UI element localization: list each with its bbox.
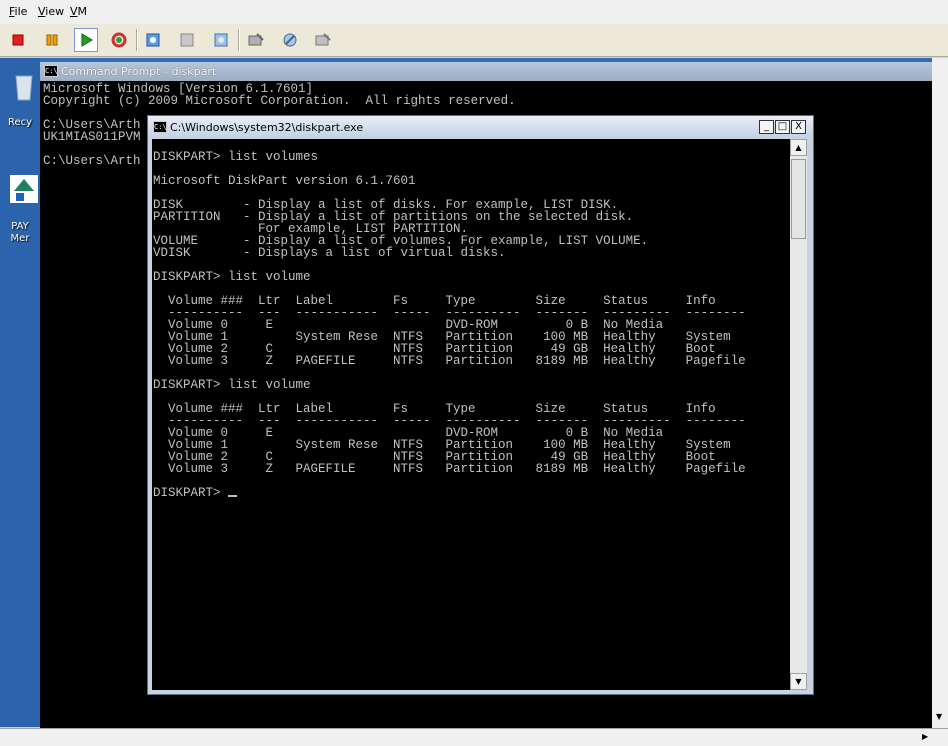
stop-icon [12, 34, 24, 46]
maximize-button[interactable]: □ [775, 120, 790, 134]
close-button[interactable]: X [791, 120, 806, 134]
pay-app-label-2: Mer [10, 233, 30, 244]
output-line: DISKPART> list volumes [153, 150, 319, 164]
output-line: VDISK - Displays a list of virtual disks… [153, 246, 506, 260]
toolbar-separator [238, 29, 240, 51]
text-cursor [228, 495, 238, 497]
recycle-bin-icon[interactable] [6, 68, 42, 104]
insert-disk-button[interactable] [311, 28, 335, 52]
reset-button[interactable] [107, 28, 131, 52]
diskpart-output: DISKPART> list volumes Microsoft DiskPar… [153, 150, 746, 500]
output-line: Volume 3 Z PAGEFILE NTFS Partition 8189 … [153, 354, 746, 368]
menu-vm[interactable]: VM [70, 5, 87, 18]
revert-icon [180, 33, 194, 47]
diskpart-title: C:\Windows\system32\diskpart.exe [170, 121, 364, 134]
diskpart-window[interactable]: C:\ C:\Windows\system32\diskpart.exe _ □… [147, 115, 814, 695]
save-state-button[interactable] [209, 28, 233, 52]
diskpart-titlebar[interactable]: C:\ C:\Windows\system32\diskpart.exe _ □… [148, 116, 813, 138]
cmd-icon: C:\ [44, 65, 58, 77]
cmd-icon: C:\ [153, 121, 167, 133]
start-button[interactable] [74, 28, 98, 52]
settings-icon [283, 33, 297, 47]
ctrl-alt-del-button[interactable] [244, 28, 268, 52]
stop-button[interactable] [6, 28, 30, 52]
menu-file[interactable]: File [9, 5, 27, 18]
insert-disk-icon [315, 33, 331, 46]
output-line: Copyright (c) 2009 Microsoft Corporation… [43, 94, 516, 108]
ctrl-alt-del-icon [248, 33, 264, 46]
toolbar-separator [136, 29, 138, 51]
save-state-icon [214, 33, 228, 47]
scroll-down-icon[interactable]: ▼ [936, 712, 942, 721]
settings-button[interactable] [278, 28, 302, 52]
output-line: Microsoft DiskPart version 6.1.7601 [153, 174, 416, 188]
minimize-button[interactable]: _ [759, 120, 774, 134]
scroll-right-icon[interactable]: ▶ [922, 732, 928, 741]
pause-icon [46, 34, 58, 46]
host-horizontal-scrollbar[interactable]: ▶ [0, 728, 948, 746]
snapshot-button[interactable] [141, 28, 165, 52]
output-line: DISKPART> list volume [153, 378, 311, 392]
revert-button[interactable] [175, 28, 199, 52]
command-prompt-titlebar[interactable]: C:\ Command Prompt - diskpart [40, 62, 948, 81]
host-vertical-scrollbar[interactable]: ▼ [932, 58, 948, 728]
start-icon [81, 33, 93, 47]
scroll-down-button[interactable]: ▼ [790, 673, 807, 690]
desktop-left-strip: Recy PAY Mer [0, 58, 40, 727]
snapshot-icon [146, 33, 160, 47]
recycle-bin-label: Recy [7, 117, 33, 128]
diskpart-vertical-scrollbar[interactable]: ▲ ▼ [790, 139, 807, 690]
toolbar [0, 24, 948, 57]
diskpart-console[interactable]: DISKPART> list volumes Microsoft DiskPar… [152, 139, 790, 690]
command-prompt-title: Command Prompt - diskpart [61, 65, 217, 78]
scroll-thumb[interactable] [791, 159, 806, 239]
pay-app-icon[interactable] [6, 171, 42, 207]
output-line: UK1MIAS011PVM [43, 130, 141, 144]
pay-app-label-1: PAY [11, 221, 29, 232]
menu-view[interactable]: View [38, 5, 64, 18]
diskpart-prompt[interactable]: DISKPART> [153, 486, 228, 500]
output-line: C:\Users\Arth [43, 154, 141, 168]
scroll-up-button[interactable]: ▲ [790, 139, 807, 156]
output-line: Volume 3 Z PAGEFILE NTFS Partition 8189 … [153, 462, 746, 476]
output-line: DISKPART> list volume [153, 270, 311, 284]
pause-button[interactable] [40, 28, 64, 52]
menu-bar: File View VM [0, 0, 948, 24]
reset-icon [111, 32, 127, 48]
